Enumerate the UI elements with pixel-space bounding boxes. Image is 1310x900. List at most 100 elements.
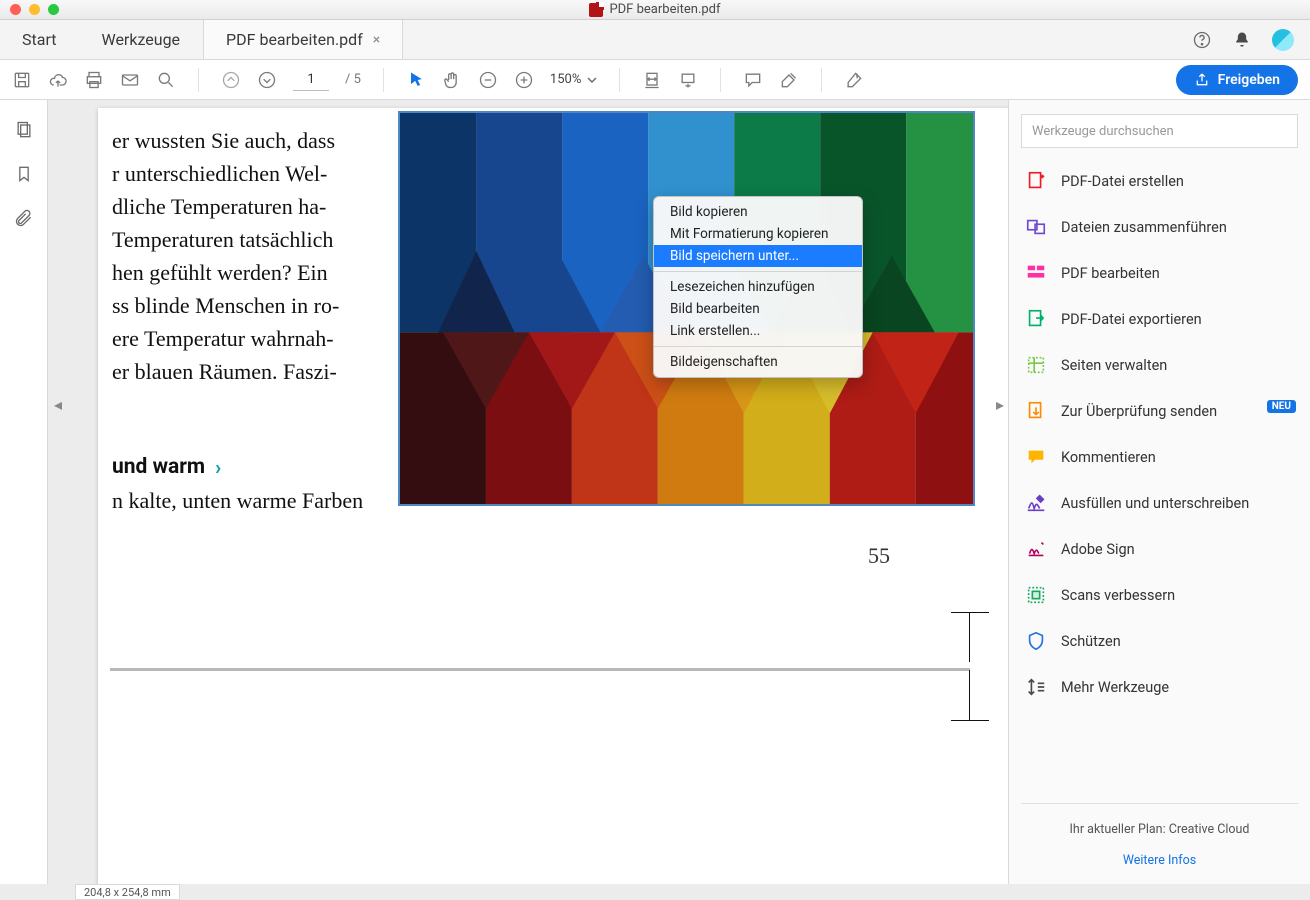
share-icon	[1194, 72, 1210, 88]
status-bar: 204,8 x 254,8 mm	[0, 884, 1310, 900]
tab-document[interactable]: PDF bearbeiten.pdf ×	[203, 20, 403, 59]
bookmark-icon[interactable]	[14, 164, 34, 184]
tool-comment[interactable]: Kommentieren	[1015, 434, 1304, 480]
page-down-icon[interactable]	[257, 70, 277, 90]
crop-mark	[951, 720, 989, 721]
search-placeholder: Werkzeuge durchsuchen	[1032, 124, 1174, 139]
pan-hand-icon[interactable]	[442, 70, 462, 90]
fillsign-icon	[1025, 492, 1047, 514]
panel-handle-right[interactable]: ▸	[992, 390, 1008, 418]
tool-adobesign[interactable]: Adobe Sign	[1015, 526, 1304, 572]
comment-icon	[1025, 446, 1047, 468]
adobesign-icon	[1025, 538, 1047, 560]
body-line: dliche Temperaturen ha-	[112, 190, 326, 224]
tool-label: Dateien zusammenführen	[1061, 219, 1227, 236]
thumbnails-icon[interactable]	[14, 120, 34, 140]
erase-icon[interactable]	[844, 70, 864, 90]
zoom-value: 150%	[550, 72, 581, 87]
context-menu-item[interactable]: Bild speichern unter...	[654, 245, 862, 267]
window-title-text: PDF bearbeiten.pdf	[609, 2, 720, 17]
tools-search-input[interactable]: Werkzeuge durchsuchen	[1021, 114, 1298, 148]
title-bar: PDF bearbeiten.pdf	[0, 0, 1310, 20]
tab-document-label: PDF bearbeiten.pdf	[226, 30, 363, 49]
caption: n kalte, unten warme Farben	[112, 484, 363, 518]
context-menu-item[interactable]: Mit Formatierung kopieren	[654, 223, 862, 245]
scroll-mode-icon[interactable]	[678, 70, 698, 90]
tab-start[interactable]: Start	[0, 20, 79, 59]
more-info-link[interactable]: Weitere Infos	[1009, 853, 1310, 868]
tool-label: Seiten verwalten	[1061, 357, 1167, 374]
scan-icon	[1025, 584, 1047, 606]
tool-combine[interactable]: Dateien zusammenführen	[1015, 204, 1304, 250]
tool-label: PDF bearbeiten	[1061, 265, 1160, 282]
tab-tools[interactable]: Werkzeuge	[79, 20, 203, 59]
attachment-icon[interactable]	[14, 208, 34, 228]
tool-scan[interactable]: Scans verbessern	[1015, 572, 1304, 618]
tools-panel: ▸ Werkzeuge durchsuchen PDF-Datei erstel…	[1008, 100, 1310, 884]
tool-label: Zur Überprüfung senden	[1061, 403, 1217, 420]
comment-icon[interactable]	[743, 70, 763, 90]
panel-handle-left[interactable]: ◂	[50, 390, 66, 418]
avatar[interactable]	[1272, 29, 1294, 51]
mail-icon[interactable]	[120, 70, 140, 90]
context-menu-item[interactable]: Bild bearbeiten	[654, 298, 862, 320]
close-tab-icon[interactable]: ×	[373, 32, 380, 48]
page-dimensions: 204,8 x 254,8 mm	[75, 884, 180, 900]
zoom-in-icon[interactable]	[514, 70, 534, 90]
combine-icon	[1025, 216, 1047, 238]
tool-label: Mehr Werkzeuge	[1061, 679, 1169, 696]
tool-export[interactable]: PDF-Datei exportieren	[1015, 296, 1304, 342]
page-up-icon[interactable]	[221, 70, 241, 90]
tool-label: PDF-Datei exportieren	[1061, 311, 1202, 328]
document-canvas[interactable]: ◂ er wussten Sie auch, dassr unterschied…	[48, 100, 1008, 884]
context-menu-item[interactable]: Bildeigenschaften	[654, 351, 862, 373]
body-line: er wussten Sie auch, dass	[112, 124, 335, 158]
pdf-file-icon	[589, 3, 603, 17]
body-line: r unterschiedlichen Wel-	[112, 157, 327, 191]
new-badge: NEU	[1267, 400, 1296, 413]
tool-more[interactable]: Mehr Werkzeuge	[1015, 664, 1304, 710]
plan-label: Ihr aktueller Plan: Creative Cloud	[1009, 822, 1310, 837]
page-divider	[110, 668, 970, 671]
page-number-input[interactable]	[293, 69, 329, 91]
protect-icon	[1025, 630, 1047, 652]
highlight-icon[interactable]	[779, 70, 799, 90]
crop-mark	[969, 612, 970, 662]
share-button[interactable]: Freigeben	[1176, 65, 1298, 95]
save-icon[interactable]	[12, 70, 32, 90]
crop-mark	[951, 612, 989, 613]
fit-width-icon[interactable]	[642, 70, 662, 90]
context-menu-item[interactable]: Bild kopieren	[654, 201, 862, 223]
context-menu: Bild kopierenMit Formatierung kopierenBi…	[653, 196, 863, 378]
tool-review[interactable]: Zur Überprüfung senden NEU	[1015, 388, 1304, 434]
tool-create[interactable]: PDF-Datei erstellen	[1015, 158, 1304, 204]
help-icon[interactable]	[1192, 30, 1212, 50]
tool-label: PDF-Datei erstellen	[1061, 173, 1184, 190]
context-menu-item[interactable]: Lesezeichen hinzufügen	[654, 276, 862, 298]
zoom-dropdown[interactable]: 150%	[550, 72, 597, 87]
subheading: und warm›	[112, 451, 221, 484]
cloud-upload-icon[interactable]	[48, 70, 68, 90]
find-icon[interactable]	[156, 70, 176, 90]
window-title: PDF bearbeiten.pdf	[0, 2, 1310, 17]
tool-edit[interactable]: PDF bearbeiten	[1015, 250, 1304, 296]
tool-fillsign[interactable]: Ausfüllen und unterschreiben	[1015, 480, 1304, 526]
tool-protect[interactable]: Schützen	[1015, 618, 1304, 664]
context-menu-item[interactable]: Link erstellen...	[654, 320, 862, 342]
main-tabs: Start Werkzeuge PDF bearbeiten.pdf ×	[0, 20, 1310, 60]
tool-label: Kommentieren	[1061, 449, 1156, 466]
pdf-page: er wussten Sie auch, dassr unterschiedli…	[98, 108, 1008, 884]
edit-icon	[1025, 262, 1047, 284]
tool-organize[interactable]: Seiten verwalten	[1015, 342, 1304, 388]
zoom-out-icon[interactable]	[478, 70, 498, 90]
more-icon	[1025, 676, 1047, 698]
page-number: 55	[868, 543, 890, 569]
create-icon	[1025, 170, 1047, 192]
selection-cursor-icon[interactable]	[406, 70, 426, 90]
tool-label: Ausfüllen und unterschreiben	[1061, 495, 1249, 512]
bell-icon[interactable]	[1232, 30, 1252, 50]
share-label: Freigeben	[1218, 72, 1280, 88]
tool-label: Adobe Sign	[1061, 541, 1135, 558]
tool-label: Schützen	[1061, 633, 1121, 650]
print-icon[interactable]	[84, 70, 104, 90]
